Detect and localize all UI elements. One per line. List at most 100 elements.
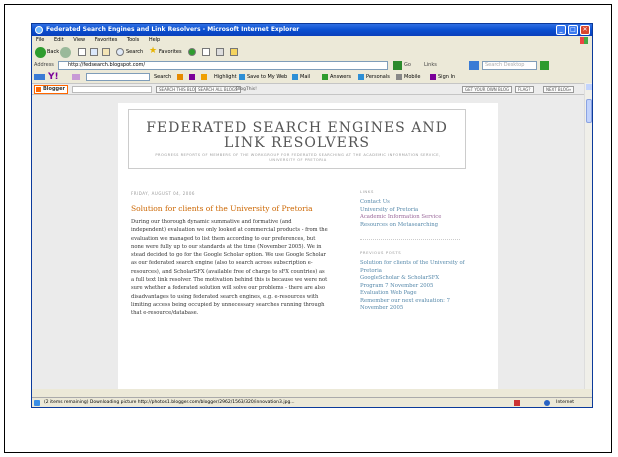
save-icon	[239, 74, 245, 80]
history-icon[interactable]	[188, 48, 196, 56]
blog-title[interactable]: FEDERATED SEARCH ENGINES AND LINK RESOLV…	[129, 121, 465, 151]
browser-window: Federated Search Engines and Link Resolv…	[31, 23, 593, 408]
address-label: Address	[34, 62, 54, 68]
personals-icon	[358, 74, 364, 80]
blog-content: FEDERATED SEARCH ENGINES AND LINK RESOLV…	[118, 103, 498, 389]
search-button[interactable]: Search	[126, 49, 143, 55]
blog-title-line1: FEDERATED SEARCH ENGINES AND	[146, 120, 448, 136]
go-arrow-icon[interactable]	[393, 61, 402, 70]
previous-post-2[interactable]: GoogleScholar & ScholarSFX	[360, 275, 470, 283]
blog-header: FEDERATED SEARCH ENGINES AND LINK RESOLV…	[128, 109, 466, 169]
save-to-my-web-button[interactable]: Save to My Web	[247, 71, 287, 83]
mail-icon[interactable]	[202, 48, 210, 56]
links-button[interactable]: Links	[424, 62, 437, 68]
menu-tools[interactable]: Tools	[127, 37, 139, 43]
sidebar-link-ais[interactable]: Academic Information Service	[360, 214, 470, 222]
internet-zone-icon	[544, 400, 550, 406]
mobile-icon	[396, 74, 402, 80]
previous-post-5[interactable]: Remember our next evaluation: 7 November…	[360, 298, 470, 313]
search-icon[interactable]	[116, 48, 124, 56]
yahoo-mail-button[interactable]: Mail	[300, 71, 310, 83]
menu-bar: File Edit View Favorites Tools Help	[32, 36, 592, 45]
post-date: FRIDAY, AUGUST 04, 2006	[131, 191, 195, 196]
navigation-toolbar: Back Search ★ Favorites	[32, 45, 592, 60]
menu-file[interactable]: File	[36, 37, 44, 43]
blogger-logo[interactable]: Blogger	[34, 85, 68, 94]
forward-arrow-icon[interactable]	[60, 47, 71, 58]
menu-help[interactable]: Help	[149, 37, 160, 43]
mobile-button[interactable]: Mobile	[404, 71, 420, 83]
go-button[interactable]: Go	[404, 62, 411, 68]
star-icon[interactable]	[201, 74, 207, 80]
favorites-button[interactable]: Favorites	[159, 49, 182, 55]
blog-title-line2: LINK RESOLVERS	[224, 135, 370, 151]
close-button[interactable]: ✕	[580, 25, 590, 35]
previous-posts-heading: PREVIOUS POSTS	[360, 250, 402, 255]
address-input[interactable]: http://fedsearch.blogspot.com/	[58, 61, 388, 70]
yahoo-logo[interactable]: Y!	[48, 71, 59, 83]
links-heading: LINKS	[360, 189, 374, 194]
signin-button[interactable]: Sign In	[438, 71, 455, 83]
sidebar-divider	[360, 239, 460, 240]
sidebar-link-resources[interactable]: Resources on Metasearching	[360, 222, 470, 230]
search-all-blogs-button[interactable]: SEARCH ALL BLOGS	[195, 86, 241, 93]
back-arrow-icon[interactable]	[35, 47, 46, 58]
previous-post-1[interactable]: Solution for clients of the University o…	[360, 260, 470, 275]
print-icon[interactable]	[216, 48, 224, 56]
get-your-own-blog-button[interactable]: GET YOUR OWN BLOG	[462, 86, 513, 93]
ie-icon	[35, 26, 43, 34]
pencil-icon[interactable]	[72, 74, 80, 80]
yahoo-mail-icon	[292, 74, 298, 80]
yahoo-toolbar: Y! Search Highlight Save to My Web Mail …	[32, 71, 592, 83]
answers-button[interactable]: Answers	[330, 71, 351, 83]
flag-button[interactable]: FLAG?	[515, 86, 534, 93]
menu-view[interactable]: View	[73, 37, 85, 43]
security-icon	[514, 400, 520, 406]
alert-icon[interactable]	[177, 74, 183, 80]
scroll-up-icon[interactable]	[586, 84, 592, 90]
blogger-navbar: Blogger SEARCH THIS BLOG SEARCH ALL BLOG…	[32, 83, 584, 95]
signin-icon	[430, 74, 436, 80]
status-bar: (2 items remaining) Downloading picture …	[32, 397, 592, 407]
yahoo-search-button[interactable]: Search	[154, 71, 171, 83]
next-blog-button[interactable]: NEXT BLOG»	[543, 86, 575, 93]
desktop-search-go-icon[interactable]	[540, 61, 549, 70]
toolbar-options-icon[interactable]	[34, 74, 45, 80]
desktop-search-input[interactable]: Search Desktop	[482, 61, 537, 70]
menu-favorites[interactable]: Favorites	[95, 37, 118, 43]
previous-post-3[interactable]: Program 7 November 2005	[360, 283, 470, 291]
blogthis-link[interactable]: BlogThis!	[236, 86, 257, 93]
vertical-scrollbar[interactable]	[584, 83, 592, 389]
post-title[interactable]: Solution for clients of the University o…	[131, 204, 313, 213]
post-body: During our thorough dynamic summative an…	[131, 219, 328, 317]
maximize-button[interactable]: □	[568, 25, 578, 35]
home-icon[interactable]	[102, 48, 110, 56]
folder-icon[interactable]	[230, 48, 238, 56]
windows-flag-icon	[580, 37, 588, 44]
title-bar[interactable]: Federated Search Engines and Link Resolv…	[32, 24, 592, 36]
sidebar: LINKS Contact Us University of Pretoria …	[360, 189, 470, 313]
mail-envelope-icon[interactable]	[189, 74, 195, 80]
highlight-button[interactable]: Highlight	[214, 71, 237, 83]
address-url: http://fedsearch.blogspot.com/	[68, 62, 146, 68]
stop-icon[interactable]	[78, 48, 86, 56]
blog-description: PROGRESS REPORTS OF MEMBERS OF THE WORKG…	[155, 153, 441, 162]
security-zone: Internet	[556, 400, 574, 405]
previous-post-4[interactable]: Evaluation Web Page	[360, 290, 470, 298]
personals-button[interactable]: Personals	[366, 71, 390, 83]
answers-icon	[322, 74, 328, 80]
page-viewport: FEDERATED SEARCH ENGINES AND LINK RESOLV…	[32, 95, 584, 389]
yahoo-search-input[interactable]	[86, 73, 150, 81]
menu-edit[interactable]: Edit	[54, 37, 64, 43]
sidebar-link-university[interactable]: University of Pretoria	[360, 207, 470, 215]
blogger-search-input[interactable]	[72, 86, 152, 93]
status-message: (2 items remaining) Downloading picture …	[44, 400, 295, 405]
desktop-search-icon	[469, 61, 479, 70]
refresh-icon[interactable]	[90, 48, 98, 56]
minimize-button[interactable]: _	[556, 25, 566, 35]
back-button[interactable]: Back	[47, 49, 59, 55]
sidebar-link-contact[interactable]: Contact Us	[360, 199, 470, 207]
scroll-thumb[interactable]	[586, 99, 592, 123]
address-bar: Address http://fedsearch.blogspot.com/ G…	[32, 60, 592, 71]
favorites-star-icon[interactable]: ★	[149, 47, 157, 56]
